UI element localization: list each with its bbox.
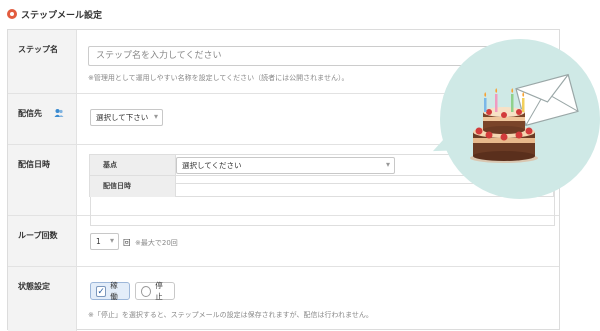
loop-unit: 回 (123, 238, 131, 247)
row-label: 状態設定 (8, 267, 77, 331)
sub-label: 配信日時 (90, 176, 176, 197)
arrow-down-icon: ▾ (109, 236, 114, 245)
checkmark-icon: ✓ (96, 285, 107, 297)
status-label: 状態設定 (18, 282, 50, 291)
status-option-label: 稼働 (110, 281, 118, 301)
schedule-datetime-label: 配信日時 (103, 182, 131, 190)
step-name-label: ステップ名 (18, 45, 58, 54)
schedule-base-value: 選択してください (182, 161, 242, 170)
arrow-down-icon: ▾ (385, 160, 390, 169)
radio-icon (141, 285, 152, 297)
page-header: ステップメール設定 (7, 6, 102, 22)
row-label: 配信日時 (8, 145, 77, 215)
group-icon (54, 109, 64, 117)
loop-count-select[interactable]: 1 ▾ (90, 233, 119, 250)
schedule-label: 配信日時 (18, 160, 50, 169)
form-row-status: 状態設定 ✓ 稼働 停止 ※「停止」を選択すると、ステップメールの設定は保存され… (8, 267, 559, 331)
status-option-label: 停止 (155, 281, 163, 301)
loop-note: ※最大で20回 (135, 239, 178, 247)
status-option-active[interactable]: ✓ 稼働 (90, 281, 130, 301)
schedule-base-label: 基点 (103, 161, 117, 169)
loop-count-value: 1 (96, 237, 101, 246)
step-name-help: ※管理用として運用しやすい名称を設定してください（読者には公開されません）。 (88, 74, 349, 82)
birthday-cake-icon (470, 88, 538, 163)
arrow-down-icon: ▾ (153, 112, 158, 121)
status-help: ※「停止」を選択すると、ステップメールの設定は保存されますが、配信は行われません… (88, 311, 373, 319)
row-label: ステップ名 (8, 30, 77, 93)
sub-label: 基点 (90, 155, 176, 175)
loop-label: ループ回数 (18, 231, 58, 240)
form-row-loop: ループ回数 1 ▾ 回 ※最大で20回 (8, 216, 559, 267)
source-label: 配信先 (18, 109, 42, 118)
page-title: ステップメール設定 (21, 10, 103, 21)
source-select-value: 選択して下さい (96, 113, 149, 122)
schedule-base-select[interactable]: 選択してください ▾ (176, 157, 395, 174)
row-label: ループ回数 (8, 216, 77, 266)
status-option-stop[interactable]: 停止 (135, 281, 175, 301)
source-select[interactable]: 選択して下さい ▾ (90, 109, 163, 126)
circle-bullet-icon (7, 9, 17, 19)
row-label: 配信先 (8, 94, 77, 144)
